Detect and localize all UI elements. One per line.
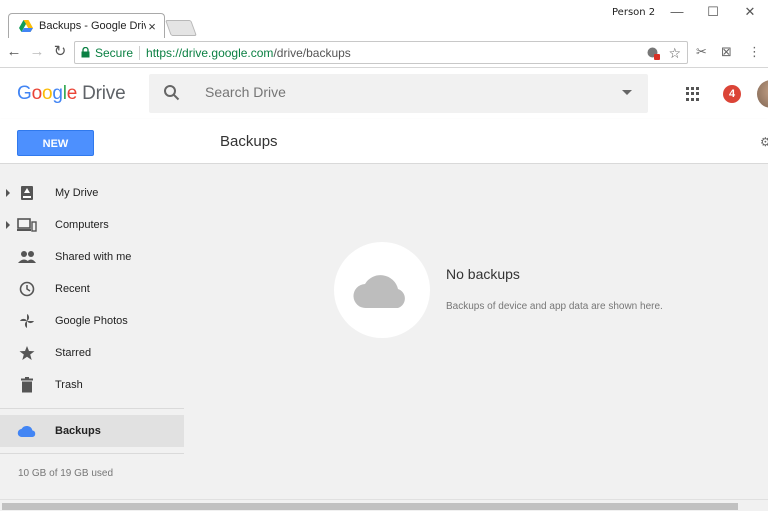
url-text[interactable]: https://drive.google.com/drive/backups [146,46,351,60]
horizontal-scrollbar[interactable] [0,499,768,511]
logo-product-name: Drive [82,83,126,104]
bookmark-star-icon[interactable]: ☆ [668,45,681,62]
maximize-icon[interactable]: ☐ [698,3,728,21]
computers-icon [17,215,37,235]
chrome-menu-icon[interactable]: ⋮ [748,44,761,60]
search-options-caret-icon[interactable] [622,90,632,95]
page-title: Backups [220,133,278,150]
address-bar[interactable]: Secure https://drive.google.com/drive/ba… [74,41,688,64]
pinwheel-icon [17,311,37,331]
empty-state-title: No backups [446,266,520,282]
sidebar-item-label: Backups [55,425,101,437]
cloud-icon [17,421,37,441]
logo-letter: G [17,83,32,104]
minimize-icon[interactable]: — [662,3,692,21]
sidebar-item-label: Computers [55,219,109,231]
extension-scissors-icon[interactable]: ✂ [696,44,707,60]
sidebar-divider [0,453,184,454]
sidebar-item-label: Starred [55,347,92,359]
sidebar-item-my-drive[interactable]: My Drive [0,177,184,209]
browser-tab[interactable]: Backups - Google Drive × [8,13,165,38]
cloud-icon [353,275,405,309]
sidebar-divider [0,408,184,409]
extension-box-icon[interactable]: ⊠ [721,44,732,60]
notification-badge[interactable]: 4 [723,85,741,103]
logo-letter: o [41,83,53,104]
logo-letter: e [66,83,78,104]
drive-header: GoogleDrive 4 [0,69,768,119]
search-icon[interactable] [163,84,181,102]
sidebar-item-recent[interactable]: Recent [0,273,184,305]
sidebar-item-label: My Drive [55,187,99,199]
browser-titlebar: Backups - Google Drive × Person 2 — ☐ ✕ [0,0,768,38]
expand-arrow-icon[interactable] [6,189,10,197]
sidebar-item-computers[interactable]: Computers [0,209,184,241]
expand-arrow-icon[interactable] [6,221,10,229]
browser-toolbar: ← → ↻ Secure https://drive.google.com/dr… [0,38,768,68]
avatar[interactable] [757,80,768,108]
reload-icon[interactable]: ↻ [51,42,69,62]
url-path: /drive/backups [273,45,351,60]
settings-gear-icon[interactable]: ⚙ [760,135,768,149]
people-icon [17,247,37,267]
close-window-icon[interactable]: ✕ [735,3,765,21]
new-button[interactable]: NEW [17,130,94,156]
star-icon [17,343,37,363]
sidebar-item-label: Google Photos [55,315,128,327]
omnibox-actions: ☆ [647,45,681,62]
forward-arrow-icon[interactable]: → [28,42,46,62]
clock-icon [17,279,37,299]
storage-usage[interactable]: 10 GB of 19 GB used [18,468,113,479]
google-drive-logo[interactable]: Google Drive [17,83,126,105]
empty-state-illustration [334,242,430,338]
lock-icon [81,47,90,58]
action-bar: NEW Backups ⚙ [0,119,768,164]
search-box[interactable] [149,74,648,113]
omnibox-divider [139,45,141,60]
scrollbar-thumb[interactable] [2,503,738,510]
new-tab-button[interactable] [165,20,197,36]
logo-letter: o [31,83,43,104]
blocked-content-icon[interactable] [647,47,661,60]
search-input[interactable] [205,84,585,100]
sidebar-item-google-photos[interactable]: Google Photos [0,305,184,337]
main-area: My Drive Computers Shared with me Recent [0,164,768,499]
tab-close-icon[interactable]: × [146,19,158,34]
trash-icon [17,375,37,395]
logo-letter: g [52,83,63,104]
back-arrow-icon[interactable]: ← [5,42,23,62]
url-host: https://drive.google.com [146,45,274,60]
tab-title: Backups - Google Drive [39,20,146,32]
sidebar-item-starred[interactable]: Starred [0,337,184,369]
empty-state-description: Backups of device and app data are shown… [446,301,663,312]
drive-icon [17,183,37,203]
sidebar-item-label: Trash [55,379,83,391]
apps-grid-icon[interactable] [686,87,700,101]
sidebar-item-shared-with-me[interactable]: Shared with me [0,241,184,273]
sidebar: My Drive Computers Shared with me Recent [0,164,184,499]
sidebar-item-label: Shared with me [55,251,132,263]
sidebar-item-label: Recent [55,283,90,295]
profile-name[interactable]: Person 2 [612,7,655,18]
sidebar-item-backups[interactable]: Backups [0,415,184,447]
google-drive-favicon-icon [19,20,33,32]
secure-label: Secure [95,45,134,60]
sidebar-item-trash[interactable]: Trash [0,369,184,401]
